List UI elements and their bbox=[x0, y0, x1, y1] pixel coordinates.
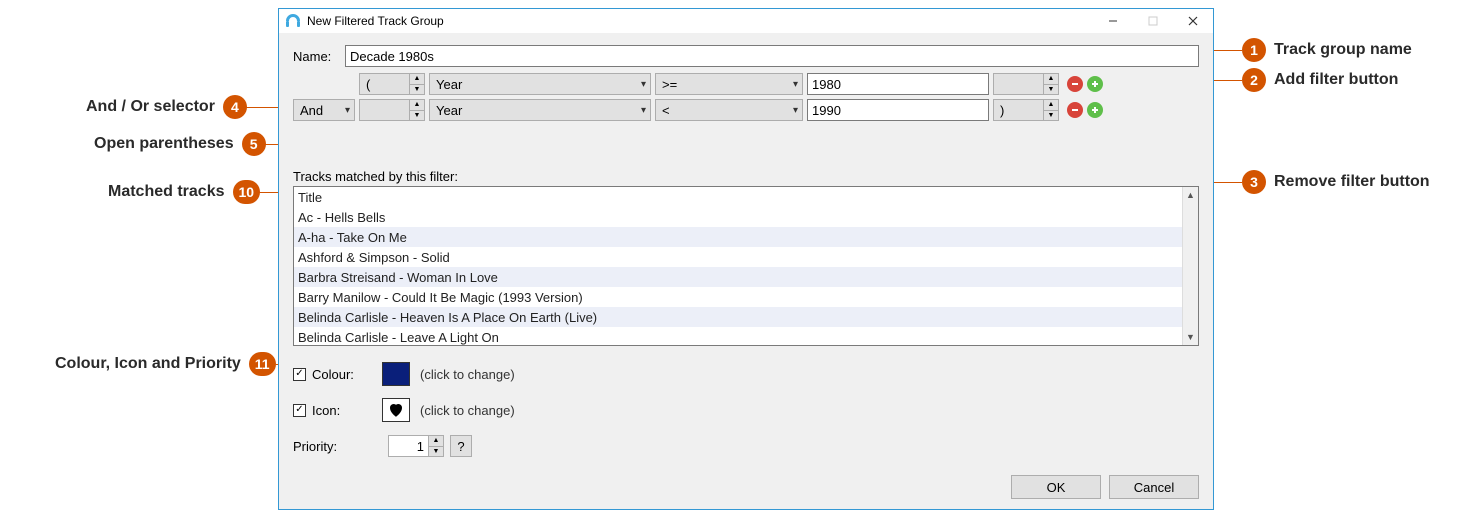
priority-spinner[interactable]: 1 ▲▼ bbox=[388, 435, 444, 457]
field-selector[interactable]: Year▾ bbox=[429, 73, 651, 95]
filter-value-input[interactable] bbox=[807, 99, 989, 121]
icon-hint: (click to change) bbox=[420, 403, 515, 418]
name-label: Name: bbox=[293, 49, 345, 64]
spin-up-icon[interactable]: ▲ bbox=[1043, 73, 1059, 85]
chevron-down-icon: ▾ bbox=[793, 79, 798, 90]
ok-button[interactable]: OK bbox=[1011, 475, 1101, 499]
callout-10: Matched tracks 10 bbox=[108, 180, 260, 204]
field-selector[interactable]: Year▾ bbox=[429, 99, 651, 121]
scroll-down-icon[interactable]: ▼ bbox=[1183, 329, 1199, 345]
operation-selector[interactable]: <▾ bbox=[655, 99, 803, 121]
chevron-down-icon: ▾ bbox=[641, 79, 646, 90]
list-item[interactable]: Ashford & Simpson - Solid bbox=[294, 247, 1182, 267]
spin-up-icon[interactable]: ▲ bbox=[1043, 99, 1059, 111]
window-title: New Filtered Track Group bbox=[307, 14, 1093, 28]
dialog-window: New Filtered Track Group Name: ( ▲▼ bbox=[278, 8, 1214, 510]
spin-up-icon[interactable]: ▲ bbox=[409, 99, 425, 111]
andor-selector[interactable]: And▾ bbox=[293, 99, 355, 121]
close-paren-spinner[interactable]: ) ▲▼ bbox=[993, 99, 1059, 121]
operation-selector[interactable]: >=▾ bbox=[655, 73, 803, 95]
filter-row: ( ▲▼ Year▾ >=▾ ▲▼ bbox=[293, 73, 1199, 95]
maximize-button bbox=[1133, 9, 1173, 33]
priority-help-button[interactable]: ? bbox=[450, 435, 472, 457]
matched-tracks-label: Tracks matched by this filter: bbox=[293, 169, 1199, 184]
callout-1: 1 Track group name bbox=[1242, 38, 1412, 62]
open-paren-spinner[interactable]: ( ▲▼ bbox=[359, 73, 425, 95]
colour-swatch[interactable] bbox=[382, 362, 410, 386]
colour-label: Colour: bbox=[312, 367, 372, 382]
minimize-button[interactable] bbox=[1093, 9, 1133, 33]
spin-down-icon[interactable]: ▼ bbox=[409, 111, 425, 122]
icon-swatch[interactable] bbox=[382, 398, 410, 422]
close-paren-spinner[interactable]: ▲▼ bbox=[993, 73, 1059, 95]
column-header-title[interactable]: Title bbox=[294, 187, 1182, 207]
heart-icon bbox=[386, 401, 406, 419]
name-input[interactable] bbox=[345, 45, 1199, 67]
spin-up-icon[interactable]: ▲ bbox=[428, 435, 444, 447]
close-button[interactable] bbox=[1173, 9, 1213, 33]
titlebar: New Filtered Track Group bbox=[279, 9, 1213, 33]
chevron-down-icon: ▾ bbox=[345, 105, 350, 116]
leader-4 bbox=[246, 107, 278, 108]
spin-down-icon[interactable]: ▼ bbox=[1043, 111, 1059, 122]
icon-checkbox[interactable]: ✓ bbox=[293, 404, 306, 417]
colour-checkbox[interactable]: ✓ bbox=[293, 368, 306, 381]
list-item[interactable]: Belinda Carlisle - Leave A Light On bbox=[294, 327, 1182, 345]
scroll-up-icon[interactable]: ▲ bbox=[1183, 187, 1199, 203]
remove-filter-button[interactable] bbox=[1067, 76, 1083, 92]
icon-label: Icon: bbox=[312, 403, 372, 418]
open-paren-spinner[interactable]: ▲▼ bbox=[359, 99, 425, 121]
cancel-button[interactable]: Cancel bbox=[1109, 475, 1199, 499]
add-filter-button[interactable] bbox=[1087, 102, 1103, 118]
priority-label: Priority: bbox=[293, 439, 372, 454]
spin-down-icon[interactable]: ▼ bbox=[428, 447, 444, 458]
list-item[interactable]: Barbra Streisand - Woman In Love bbox=[294, 267, 1182, 287]
app-icon bbox=[285, 13, 301, 29]
callout-4: And / Or selector 4 bbox=[86, 95, 247, 119]
remove-filter-button[interactable] bbox=[1067, 102, 1083, 118]
callout-11: Colour, Icon and Priority 11 bbox=[55, 352, 276, 376]
callout-2: 2 Add filter button bbox=[1242, 68, 1398, 92]
add-filter-button[interactable] bbox=[1087, 76, 1103, 92]
spin-up-icon[interactable]: ▲ bbox=[409, 73, 425, 85]
list-item[interactable]: Belinda Carlisle - Heaven Is A Place On … bbox=[294, 307, 1182, 327]
spin-down-icon[interactable]: ▼ bbox=[1043, 85, 1059, 96]
filter-value-input[interactable] bbox=[807, 73, 989, 95]
chevron-down-icon: ▾ bbox=[641, 105, 646, 116]
colour-hint: (click to change) bbox=[420, 367, 515, 382]
callout-5: Open parentheses 5 bbox=[94, 132, 266, 156]
filter-row: And▾ ▲▼ Year▾ <▾ bbox=[293, 99, 1199, 121]
scrollbar[interactable]: ▲ ▼ bbox=[1182, 187, 1198, 345]
chevron-down-icon: ▾ bbox=[793, 105, 798, 116]
matched-tracks-list[interactable]: Title Ac - Hells Bells A-ha - Take On Me… bbox=[293, 186, 1199, 346]
list-item[interactable]: Barry Manilow - Could It Be Magic (1993 … bbox=[294, 287, 1182, 307]
list-item[interactable]: Ac - Hells Bells bbox=[294, 207, 1182, 227]
spin-down-icon[interactable]: ▼ bbox=[409, 85, 425, 96]
callout-3: 3 Remove filter button bbox=[1242, 170, 1430, 194]
list-item[interactable]: A-ha - Take On Me bbox=[294, 227, 1182, 247]
